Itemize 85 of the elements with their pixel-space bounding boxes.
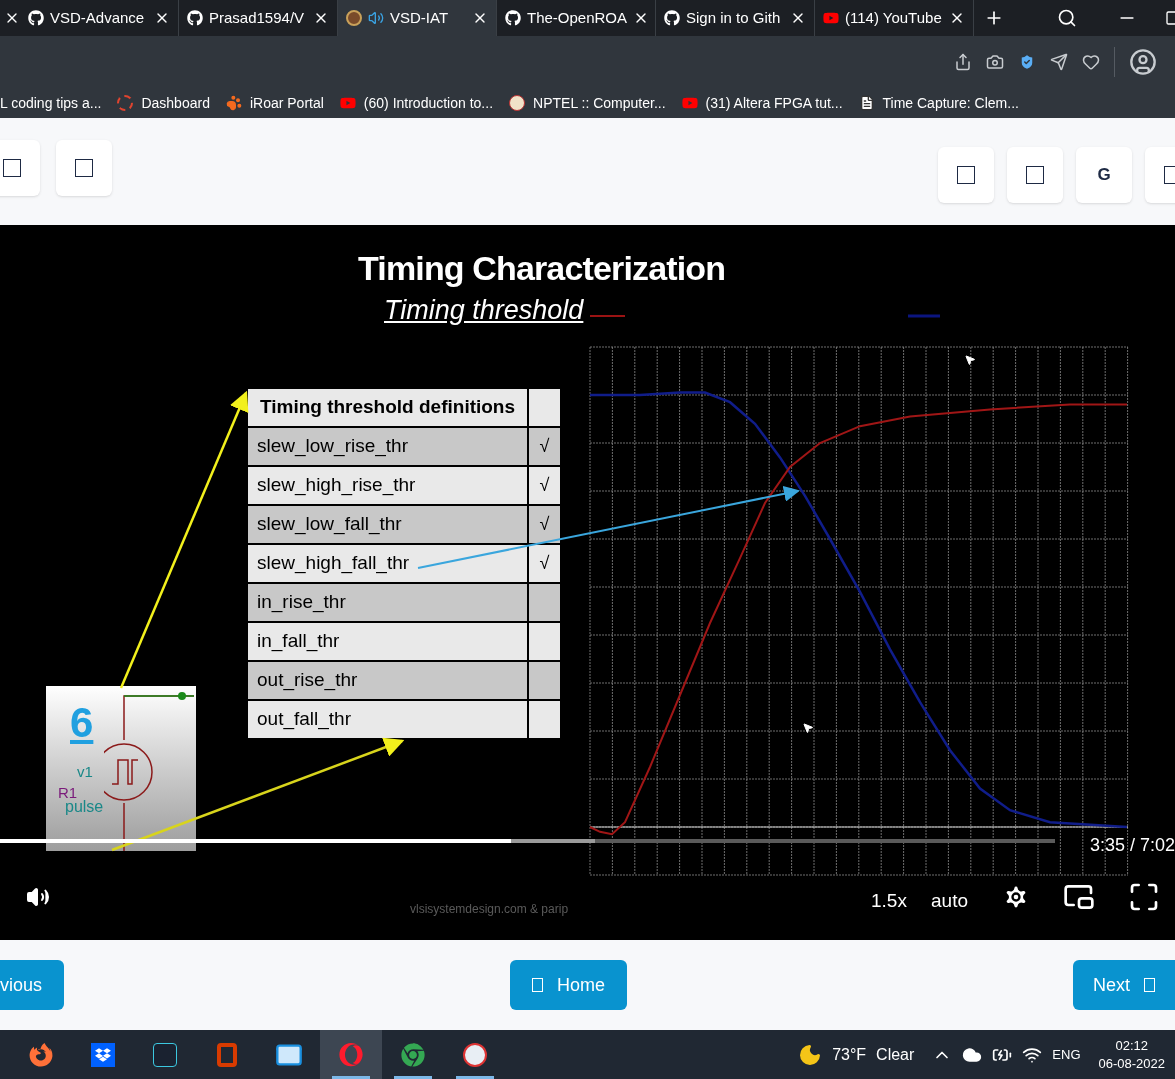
github-icon [505, 10, 521, 26]
temperature: 73°F [832, 1044, 867, 1065]
table-cell: slew_high_rise_thr [248, 467, 527, 504]
icon-button[interactable] [1007, 147, 1063, 203]
bookmark[interactable]: (31) Altera FPGA tut... [681, 92, 843, 114]
bookmark[interactable]: (60) Introduction to... [339, 92, 494, 114]
quality-button[interactable]: auto [931, 887, 968, 916]
camera-icon[interactable] [986, 53, 1004, 71]
github-icon [28, 10, 44, 26]
table-header [529, 389, 560, 426]
table-cell: √ [529, 428, 560, 465]
clock-date: 06-08-2022 [1098, 1054, 1165, 1073]
icon-button[interactable] [938, 147, 994, 203]
clock-time: 02:12 [1115, 1036, 1148, 1055]
slide-title: Timing Characterization [358, 248, 726, 289]
language-indicator[interactable]: ENG [1052, 1044, 1081, 1065]
bookmark[interactable]: L coding tips a... [0, 92, 102, 114]
heart-icon[interactable] [1082, 53, 1100, 71]
tab-title: VSD-IAT [390, 7, 450, 28]
progress-track[interactable] [0, 839, 1055, 843]
bookmark[interactable]: NPTEL :: Computer... [509, 92, 666, 114]
play-icon [823, 10, 839, 26]
speed-button[interactable]: 1.5x [871, 887, 907, 916]
table-cell: √ [529, 545, 560, 582]
tab-title: Prasad1594/V [209, 7, 306, 28]
profile-icon[interactable] [1129, 48, 1157, 76]
slide-subtitle: Timing threshold [384, 294, 584, 327]
document-icon [858, 95, 875, 111]
table-cell: out_rise_thr [248, 662, 527, 699]
table-cell: slew_high_fall_thr [248, 545, 527, 582]
square-icon [532, 978, 543, 992]
bookmark[interactable]: Time Capture: Clem... [858, 92, 1019, 114]
square-icon [1144, 978, 1155, 992]
bookmark[interactable]: iRoar Portal [225, 92, 324, 114]
schematic-label: R1 [58, 783, 78, 801]
table-cell: √ [529, 506, 560, 543]
browser-icon [29, 1042, 53, 1067]
weather: Clear [876, 1044, 915, 1065]
dropbox-icon [91, 1042, 115, 1067]
tab-title: Sign in to Gith [686, 7, 782, 28]
shield-icon[interactable] [1018, 53, 1036, 71]
cursor-icon [802, 721, 814, 735]
schematic-label: pulse [65, 798, 104, 817]
table-cell: in_rise_thr [248, 584, 527, 621]
cursor-icon [964, 353, 976, 367]
legend-line [589, 315, 626, 317]
github-icon [664, 10, 680, 26]
moon-icon [798, 1042, 823, 1067]
search-icon[interactable] [1057, 8, 1077, 28]
ring-icon [117, 95, 134, 111]
table-cell: √ [529, 467, 560, 504]
tab-title: (114) YouTube [845, 7, 943, 28]
table-cell: out_fall_thr [248, 701, 527, 738]
paw-icon [225, 95, 242, 111]
bookmark[interactable]: Dashboard [117, 92, 210, 114]
icon-button[interactable] [56, 140, 112, 196]
table-header: Timing threshold definitions [248, 389, 527, 426]
fullscreen-icon[interactable] [1128, 881, 1160, 913]
chrome-icon [401, 1042, 425, 1067]
table-cell: slew_low_fall_thr [248, 506, 527, 543]
time-display: 3:35 / 7:02 [1089, 834, 1175, 857]
tab-title: The-OpenROA [527, 7, 628, 28]
table-cell: in_fall_thr [248, 623, 527, 660]
schematic-label: v1 [77, 762, 93, 782]
square-icon [75, 159, 93, 177]
github-icon [187, 10, 203, 26]
share-icon[interactable] [954, 53, 972, 71]
square-icon [957, 166, 975, 184]
table-cell: slew_low_rise_thr [248, 428, 527, 465]
square-icon [3, 159, 21, 177]
icon-button[interactable] [0, 140, 40, 196]
browser-tab[interactable]: VSD-IAT [338, 0, 497, 36]
send-icon[interactable] [1050, 53, 1068, 71]
schematic-label: 6 [70, 702, 94, 744]
square-icon [1026, 166, 1044, 184]
opera-icon [339, 1042, 363, 1067]
legend-line [908, 314, 940, 318]
tab-title: VSD-Advance [50, 7, 146, 28]
round-logo-icon [346, 10, 362, 26]
volume-icon[interactable] [26, 885, 50, 909]
play-icon [681, 95, 698, 111]
text-button[interactable]: G [1076, 147, 1132, 203]
round-logo-icon [509, 95, 526, 111]
play-icon [339, 95, 356, 111]
slide-footer: vlsisystemdesign.com & parip [410, 900, 569, 918]
